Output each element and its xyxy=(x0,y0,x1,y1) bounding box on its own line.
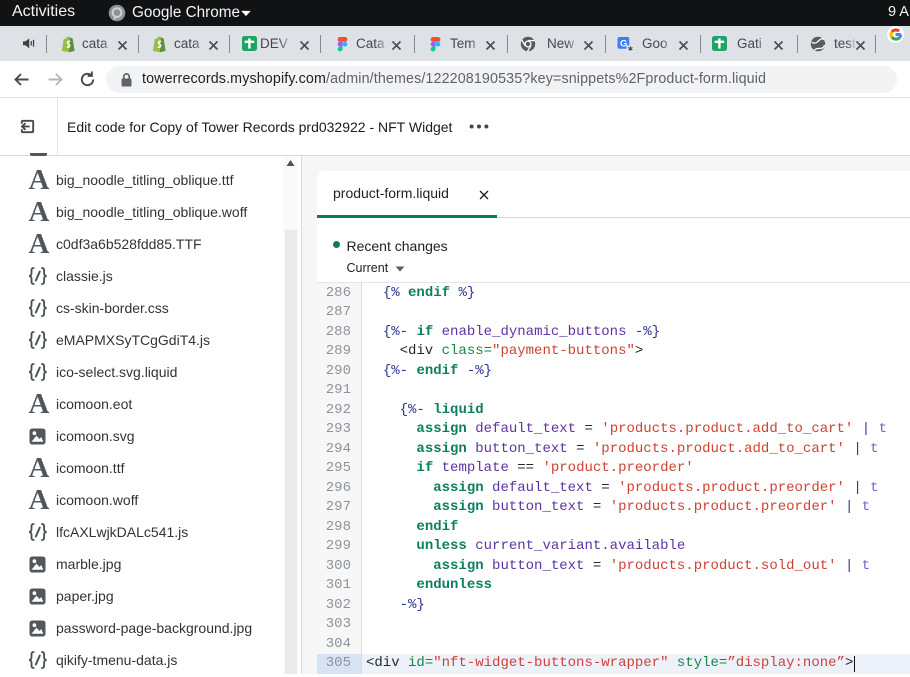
svg-text:G: G xyxy=(620,38,627,49)
svg-text:✱: ✱ xyxy=(628,45,634,53)
